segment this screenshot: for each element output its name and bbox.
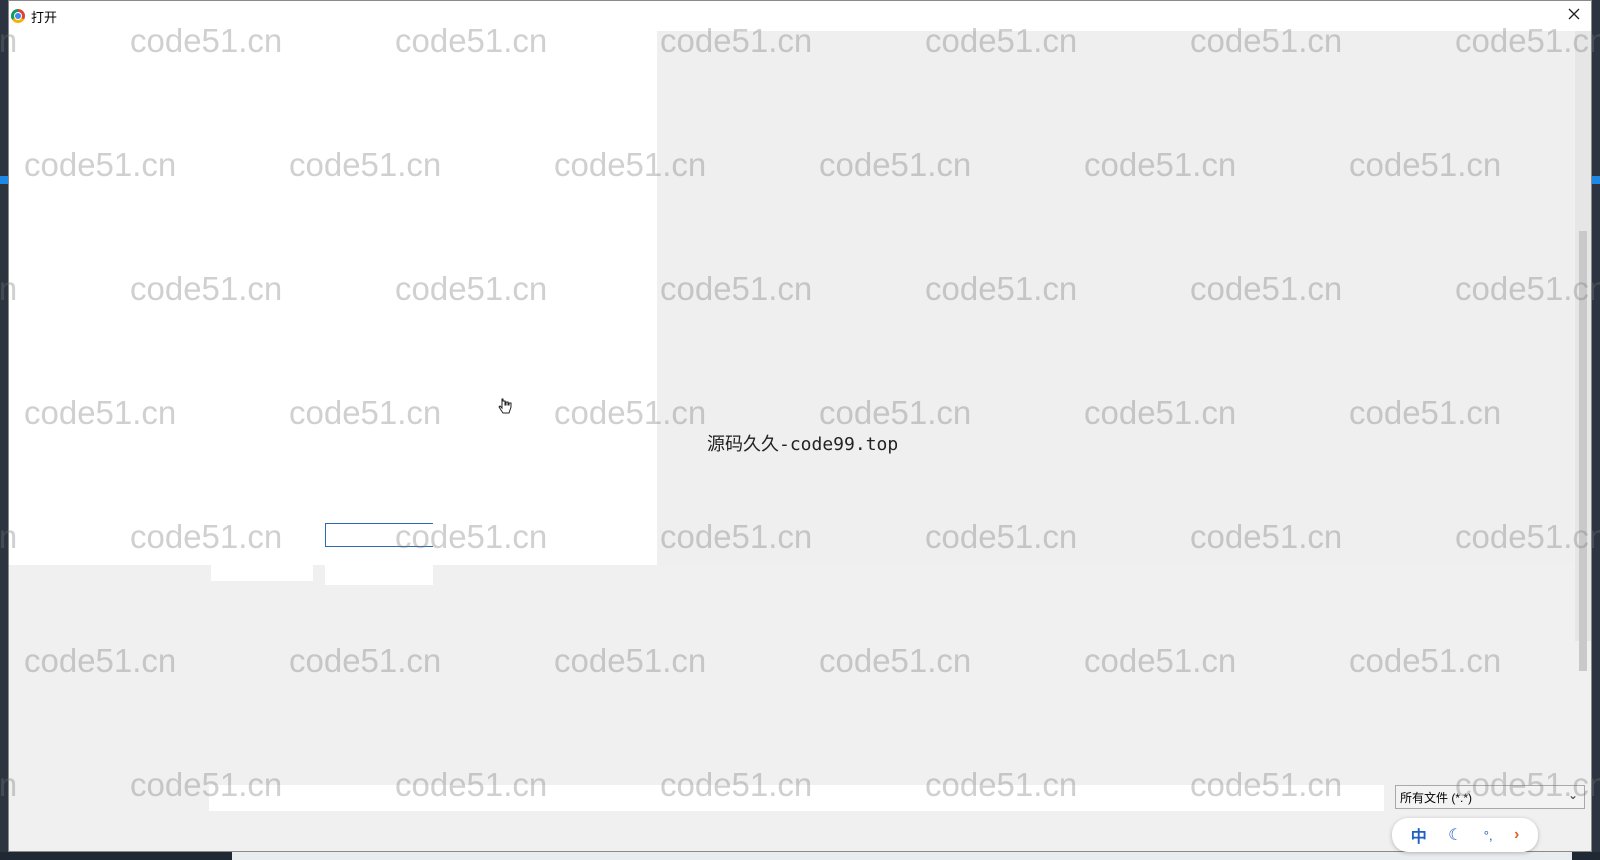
file-type-select[interactable]: 所有文件 (*.*) ⌄ <box>1395 785 1585 809</box>
blank-item <box>325 565 433 585</box>
chrome-icon <box>11 9 25 23</box>
moon-icon[interactable]: ☾ <box>1448 825 1462 845</box>
ime-toolbar[interactable]: 中 ☾ °, › <box>1392 818 1538 852</box>
hand-cursor-icon <box>497 397 513 422</box>
dialog-titlebar: 打开 <box>9 1 1591 31</box>
close-icon <box>1568 8 1580 20</box>
ime-language-toggle[interactable]: 中 <box>1411 823 1427 847</box>
navigation-pane[interactable] <box>9 31 657 565</box>
rename-input[interactable] <box>325 523 433 547</box>
file-type-label: 所有文件 (*.*) <box>1400 790 1473 805</box>
background-taskbar-strip <box>232 852 1572 860</box>
file-list-pane[interactable] <box>657 31 1573 565</box>
watermark-caption: 源码久久-code99.top <box>707 434 899 455</box>
scrollbar-thumb[interactable] <box>1579 231 1587 671</box>
vertical-scrollbar[interactable] <box>1575 31 1591 671</box>
background-app-accent <box>0 176 8 184</box>
open-file-dialog: 打开 所有文件 (*.*) ⌄ <box>8 0 1592 852</box>
ime-expand-arrow-icon[interactable]: › <box>1514 826 1519 844</box>
background-app-edge <box>0 100 8 860</box>
dialog-title: 打开 <box>31 9 58 25</box>
ime-punctuation-toggle[interactable]: °, <box>1484 828 1493 843</box>
filename-input[interactable] <box>209 785 1384 811</box>
close-button[interactable] <box>1563 5 1585 27</box>
chevron-down-icon: ⌄ <box>1567 788 1578 802</box>
blank-item <box>211 565 313 581</box>
